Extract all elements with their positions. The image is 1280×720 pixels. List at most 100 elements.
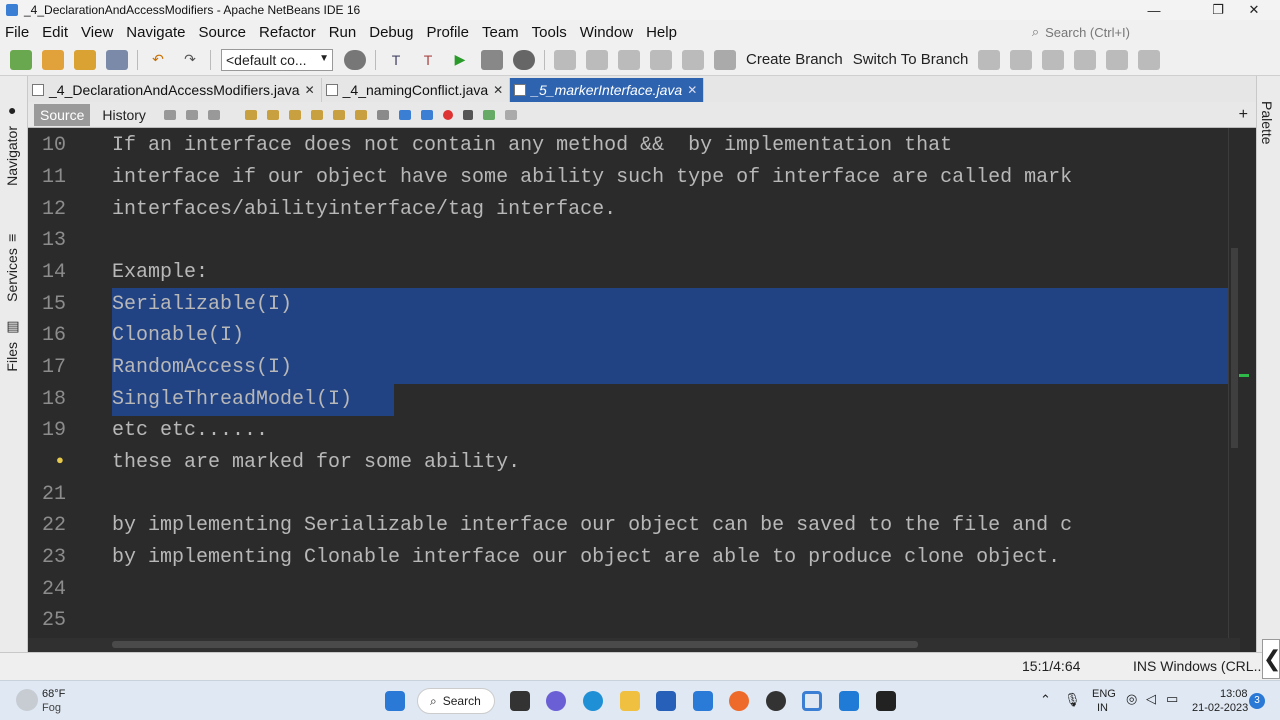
menu-source[interactable]: Source <box>193 24 254 41</box>
git-commit-icon[interactable] <box>554 49 576 70</box>
uncomment-icon[interactable] <box>504 109 517 120</box>
expand-editor-icon[interactable]: + <box>1239 106 1248 124</box>
new-file-icon[interactable] <box>10 49 32 70</box>
find-prev-icon[interactable] <box>266 109 279 120</box>
save-all-icon[interactable] <box>106 49 128 70</box>
git-history-icon[interactable] <box>618 49 640 70</box>
store-icon[interactable] <box>656 691 676 711</box>
firefox-icon[interactable] <box>729 691 749 711</box>
clean-build-icon[interactable]: T <box>417 50 439 70</box>
menu-help[interactable]: Help <box>641 24 685 41</box>
menu-navigate[interactable]: Navigate <box>121 24 193 41</box>
menu-profile[interactable]: Profile <box>421 24 477 41</box>
find-icon[interactable] <box>244 109 257 120</box>
minimize-button[interactable]: — <box>1136 0 1172 20</box>
close-tab-icon[interactable]: ✕ <box>493 83 503 97</box>
clock-time[interactable]: 13:08 <box>1220 688 1248 700</box>
menu-tools[interactable]: Tools <box>527 24 575 41</box>
battery-icon[interactable]: ▭ <box>1166 691 1178 707</box>
find-next-icon[interactable] <box>288 109 301 120</box>
weather-temp[interactable]: 68°F <box>42 688 65 700</box>
code-editor[interactable]: 10 If an interface does not contain any m… <box>28 128 1228 638</box>
toggle-bookmark-icon[interactable] <box>376 109 389 120</box>
create-branch-button[interactable]: Create Branch <box>746 51 843 68</box>
git-remote-icon[interactable] <box>1106 49 1129 70</box>
new-project-icon[interactable] <box>42 49 64 70</box>
microphone-icon[interactable]: 🎙 <box>1064 692 1081 708</box>
tab-marker-interface[interactable]: _5_markerInterface.java ✕ <box>510 78 705 102</box>
mail-icon[interactable] <box>693 691 713 711</box>
git-branch-icon[interactable] <box>714 49 736 70</box>
start-button-icon[interactable] <box>385 691 405 711</box>
next-bookmark-icon[interactable] <box>354 109 367 120</box>
hint-bulb-icon[interactable]: ● <box>56 445 64 477</box>
close-tab-icon[interactable]: ✕ <box>305 83 315 97</box>
file-explorer-icon[interactable] <box>620 691 640 711</box>
redo-icon[interactable]: ↷ <box>179 50 201 70</box>
teams-chat-icon[interactable] <box>546 691 566 711</box>
files-panel-tab[interactable]: Files ▤ <box>4 320 20 372</box>
git-diff-icon[interactable] <box>586 49 608 70</box>
config-select[interactable]: <default co... ▼ <box>221 48 333 71</box>
prev-bookmark-icon[interactable] <box>332 109 345 120</box>
git-merge-icon[interactable] <box>1042 49 1065 70</box>
shift-left-icon[interactable] <box>398 109 411 120</box>
settings-globe-icon[interactable] <box>344 49 366 70</box>
undo-icon[interactable]: ↶ <box>147 50 169 70</box>
horizontal-scroll-thumb[interactable] <box>112 641 918 648</box>
horizontal-scrollbar[interactable] <box>28 638 1240 652</box>
tab-naming-conflict[interactable]: _4_namingConflict.java ✕ <box>322 78 511 102</box>
comment-icon[interactable] <box>482 109 495 120</box>
menu-window[interactable]: Window <box>575 24 641 41</box>
git-push-icon[interactable] <box>1010 49 1033 70</box>
menu-team[interactable]: Team <box>477 24 527 41</box>
navigator-panel-tab[interactable]: Navigator ● <box>4 104 20 186</box>
menu-refactor[interactable]: Refactor <box>254 24 324 41</box>
netbeans-taskbar-icon[interactable] <box>802 691 822 711</box>
vertical-scroll-thumb[interactable] <box>1231 248 1238 448</box>
menu-file[interactable]: File <box>0 24 37 41</box>
debug-icon[interactable] <box>481 49 503 70</box>
taskbar-search[interactable]: ⌕ Search <box>417 688 495 714</box>
edge-icon[interactable] <box>583 691 603 711</box>
chrome-icon[interactable] <box>766 691 786 711</box>
close-tab-icon[interactable]: ✕ <box>687 83 697 97</box>
menu-debug[interactable]: Debug <box>364 24 421 41</box>
network-icon[interactable]: ◎ <box>1126 691 1137 707</box>
switch-branch-button[interactable]: Switch To Branch <box>853 51 969 68</box>
tab-source[interactable]: Source <box>34 103 91 126</box>
ide-search[interactable]: ⌕ Search (Ctrl+I) <box>1032 24 1130 40</box>
terminal-icon[interactable] <box>876 691 896 711</box>
menu-edit[interactable]: Edit <box>37 24 76 41</box>
vertical-scrollbar[interactable] <box>1228 128 1240 638</box>
close-button[interactable]: ✕ <box>1236 0 1272 20</box>
language-top[interactable]: ENG <box>1092 688 1116 700</box>
profile-icon[interactable] <box>513 49 535 70</box>
tab-declaration-access-modifiers[interactable]: _4_DeclarationAndAccessModifiers.java ✕ <box>28 78 322 102</box>
toggle-highlight-icon[interactable] <box>310 109 323 120</box>
palette-panel-tab[interactable]: Palette <box>1259 101 1275 145</box>
git-pull-icon[interactable] <box>978 49 1001 70</box>
back-icon[interactable] <box>185 109 198 120</box>
volume-icon[interactable]: ◁ <box>1146 691 1156 707</box>
shift-right-icon[interactable] <box>420 109 433 120</box>
run-icon[interactable]: ▶ <box>449 50 471 70</box>
git-fetch-icon[interactable] <box>682 49 704 70</box>
maximize-button[interactable]: ❐ <box>1200 0 1236 20</box>
record-macro-icon[interactable] <box>442 109 453 120</box>
git-revert-icon[interactable] <box>650 49 672 70</box>
last-edit-icon[interactable] <box>163 109 176 120</box>
build-hammer-icon[interactable]: T <box>385 50 407 70</box>
menu-view[interactable]: View <box>76 24 121 41</box>
git-stash-icon[interactable] <box>1074 49 1097 70</box>
git-tag-icon[interactable] <box>1138 49 1161 70</box>
forward-icon[interactable] <box>207 109 220 120</box>
vscode-icon[interactable] <box>839 691 859 711</box>
chevron-up-icon[interactable]: ⌃ <box>1040 692 1051 708</box>
error-stripe-marker[interactable] <box>1239 374 1249 377</box>
task-view-icon[interactable] <box>510 691 530 711</box>
side-expand-icon[interactable]: ❮ <box>1262 639 1280 679</box>
stop-macro-icon[interactable] <box>462 109 473 120</box>
tab-history[interactable]: History <box>96 104 152 126</box>
notification-badge[interactable]: 3 <box>1249 693 1265 709</box>
